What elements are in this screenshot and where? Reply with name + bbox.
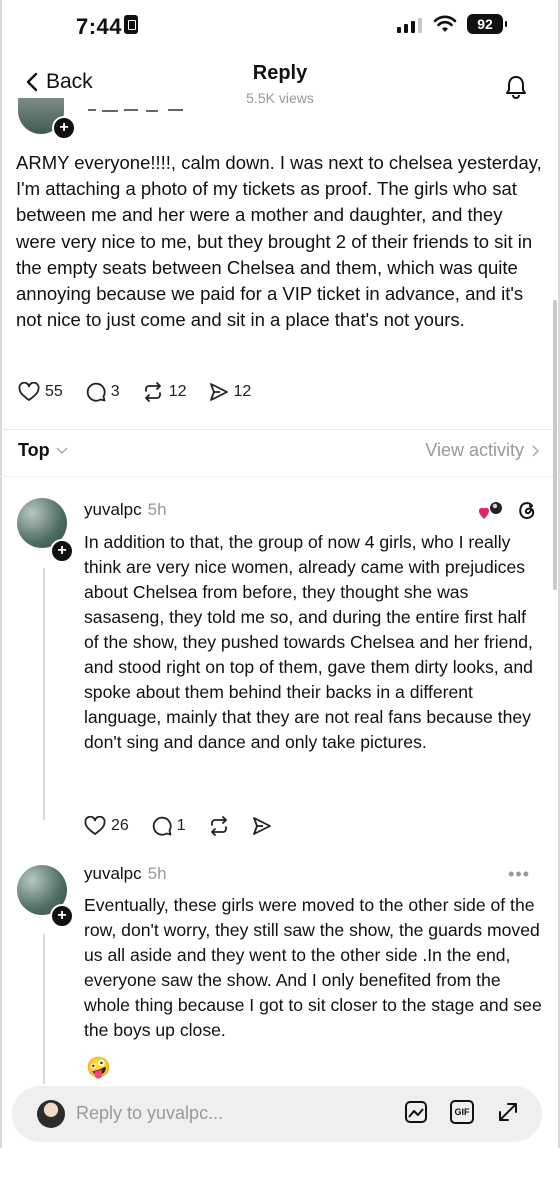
thread-line [43, 934, 45, 1084]
share-icon [252, 816, 271, 835]
like-count: 55 [45, 382, 63, 400]
post-actions: 55 3 12 12 [18, 381, 273, 402]
share-button[interactable] [252, 816, 272, 836]
chevron-down-icon [56, 446, 68, 454]
comment-button[interactable]: 3 [85, 381, 120, 402]
page-title: Reply [252, 62, 308, 84]
comment-icon [86, 382, 106, 402]
scrollbar[interactable] [553, 300, 557, 590]
heart-icon [18, 381, 40, 401]
reply-composer[interactable]: Reply to yuvalpc... GIF [12, 1086, 542, 1142]
sort-label: Top [18, 440, 50, 460]
comment-button[interactable]: 1 [151, 815, 186, 836]
repost-button[interactable] [208, 815, 230, 836]
share-button[interactable]: 12 [209, 382, 252, 402]
expand-icon[interactable] [496, 1100, 520, 1124]
divider [0, 429, 560, 430]
composer-actions: GIF [404, 1100, 520, 1124]
view-activity-link[interactable]: View activity [425, 440, 540, 461]
reply-text: In addition to that, the group of now 4 … [84, 532, 533, 752]
repost-count: 12 [168, 382, 187, 400]
post-text: ARMY everyone!!!!, calm down. I was next… [16, 152, 542, 331]
share-count: 12 [233, 382, 252, 400]
home-indicator-area [0, 1148, 560, 1199]
heart-badge-icon [479, 502, 502, 519]
gif-icon[interactable]: GIF [450, 1100, 474, 1124]
follow-plus-icon[interactable]: + [50, 539, 74, 563]
repost-icon [144, 381, 161, 402]
top-nav: Back Reply 5.5K views [0, 56, 560, 112]
author-name-cut [88, 109, 183, 112]
bell-icon[interactable] [504, 74, 528, 100]
thread-line [43, 568, 45, 820]
cellular-signal-icon [397, 17, 422, 33]
repost-icon [210, 815, 227, 836]
view-count: 5.5K views [246, 90, 314, 106]
status-bar: 7:44 92 [0, 0, 560, 52]
zany-face-emoji: 🤪 [86, 1057, 111, 1079]
like-count: 26 [111, 816, 129, 834]
reply-input[interactable]: Reply to yuvalpc... [76, 1103, 223, 1124]
threads-icon[interactable] [516, 499, 538, 521]
username-text: yuvalpc [84, 864, 142, 883]
more-options-icon[interactable]: ••• [508, 864, 530, 885]
chevron-right-icon [532, 444, 540, 457]
reply-time: 5h [147, 864, 167, 883]
like-button[interactable]: 26 [84, 815, 129, 836]
reply-badges [478, 499, 538, 521]
follow-plus-icon[interactable]: + [52, 116, 76, 140]
follow-plus-icon[interactable]: + [50, 904, 74, 928]
wifi-icon [433, 15, 457, 32]
my-avatar [37, 1100, 65, 1128]
comment-count: 3 [110, 382, 120, 400]
reply-time: 5h [147, 500, 167, 519]
view-activity-label: View activity [425, 440, 524, 460]
username-text: yuvalpc [84, 500, 142, 519]
reply-username[interactable]: yuvalpc 5h [84, 500, 167, 520]
reply-actions: 26 1 [84, 815, 294, 836]
like-button[interactable]: 55 [18, 381, 63, 402]
focus-icon [124, 15, 138, 34]
divider [0, 476, 560, 477]
clock: 7:44 [76, 14, 123, 39]
reply-text: Eventually, these girls were moved to th… [84, 895, 542, 1040]
sort-dropdown[interactable]: Top [18, 440, 68, 461]
comment-count: 1 [176, 816, 186, 834]
battery-indicator: 92 [467, 14, 507, 34]
comment-icon [152, 816, 172, 836]
reply-username[interactable]: yuvalpc 5h [84, 864, 167, 884]
image-icon[interactable] [404, 1100, 428, 1124]
repost-button[interactable]: 12 [142, 381, 187, 402]
heart-icon [84, 815, 106, 835]
share-icon [209, 382, 228, 401]
